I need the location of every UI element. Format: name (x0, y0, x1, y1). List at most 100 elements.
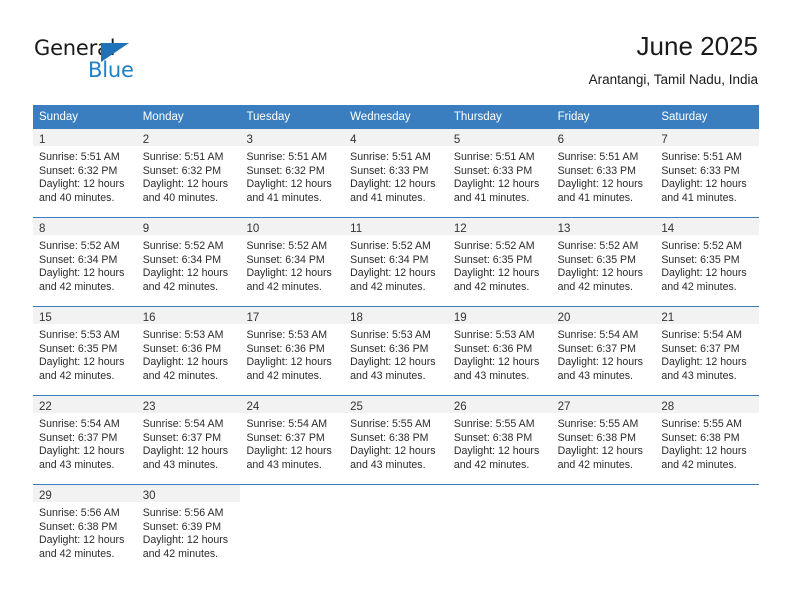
day-number-band (551, 485, 656, 502)
sunrise-text: Sunrise: 5:55 AM (557, 418, 639, 430)
weekday-header-monday: Monday (142, 111, 184, 123)
calendar-day-cell[interactable]: 25 Sunrise: 5:55 AM Sunset: 6:38 PM Dayligh… (344, 396, 448, 484)
day-number: 28 (661, 401, 675, 413)
calendar-day-cell[interactable]: 11 Sunrise: 5:52 AM Sunset: 6:34 PM Dayligh… (344, 218, 448, 306)
calendar-day-cell[interactable]: 12 Sunrise: 5:52 AM Sunset: 6:35 PM Dayligh… (447, 218, 552, 306)
day-number-band: 5 (447, 129, 552, 146)
daylight-text-line2: and 42 minutes. (246, 369, 322, 382)
daylight-text-line2: and 42 minutes. (557, 280, 633, 293)
sunset-text: Sunset: 6:32 PM (246, 164, 325, 177)
day-number: 4 (350, 134, 357, 146)
day-number: 18 (350, 312, 363, 324)
day-number-band: 14 (655, 218, 760, 235)
calendar-day-cell-empty (655, 485, 760, 573)
day-number: 12 (453, 223, 467, 235)
calendar-day-cell[interactable]: 8 Sunrise: 5:52 AM Sunset: 6:34 PM Daylight… (33, 218, 137, 306)
calendar-day-cell[interactable]: 5 Sunrise: 5:51 AM Sunset: 6:33 PM Daylight… (447, 129, 552, 217)
sunrise-text: Sunrise: 5:51 AM (142, 151, 224, 163)
calendar-day-cell[interactable]: 10 Sunrise: 5:52 AM Sunset: 6:34 PM Dayligh… (240, 218, 345, 306)
daylight-text-line2: and 42 minutes. (453, 458, 530, 471)
sunset-text: Sunset: 6:37 PM (557, 342, 636, 355)
calendar-day-cell[interactable]: 23 Sunrise: 5:54 AM Sunset: 6:37 PM Dayligh… (136, 396, 241, 484)
day-number-band: 11 (344, 218, 448, 235)
calendar-day-cell[interactable]: 3 Sunrise: 5:51 AM Sunset: 6:32 PM Daylight… (240, 129, 345, 217)
sunset-text: Sunset: 6:36 PM (142, 342, 222, 355)
sunset-text: Sunset: 6:32 PM (142, 164, 222, 177)
day-number-band: 2 (136, 129, 241, 146)
calendar-day-cell[interactable]: 20 Sunrise: 5:54 AM Sunset: 6:37 PM Dayligh… (551, 307, 656, 395)
calendar-day-cell[interactable]: 21 Sunrise: 5:54 AM Sunset: 6:37 PM Dayligh… (655, 307, 760, 395)
day-number-band: 20 (551, 307, 656, 324)
daylight-text-line2: and 43 minutes. (246, 458, 322, 471)
sunrise-text: Sunrise: 5:51 AM (39, 151, 120, 163)
day-details: Sunrise: 5:52 AM Sunset: 6:34 PM Daylight:… (240, 235, 344, 294)
day-details: Sunrise: 5:54 AM Sunset: 6:37 PM Daylight:… (137, 413, 241, 472)
day-number-band: 18 (344, 307, 448, 324)
day-details: Sunrise: 5:52 AM Sunset: 6:35 PM Daylight:… (448, 235, 552, 294)
day-number: 10 (246, 223, 260, 235)
day-details: Sunrise: 5:54 AM Sunset: 6:37 PM Daylight:… (33, 413, 137, 472)
calendar-day-cell[interactable]: 30 Sunrise: 5:56 AM Sunset: 6:39 PM Dayligh… (136, 485, 241, 573)
calendar-day-cell[interactable]: 6 Sunrise: 5:51 AM Sunset: 6:33 PM Daylight… (551, 129, 656, 217)
daylight-text-line2: and 42 minutes. (142, 369, 219, 382)
calendar-day-cell[interactable]: 24 Sunrise: 5:54 AM Sunset: 6:37 PM Dayligh… (240, 396, 345, 484)
daylight-text-line1: Daylight: 12 hours (39, 356, 125, 369)
daylight-text-line1: Daylight: 12 hours (142, 356, 229, 369)
calendar-day-cell[interactable]: 15 Sunrise: 5:53 AM Sunset: 6:35 PM Dayligh… (33, 307, 137, 395)
calendar-weeks: 1 Sunrise: 5:51 AM Sunset: 6:32 PM Daylight… (33, 129, 760, 573)
calendar-day-cell[interactable]: 14 Sunrise: 5:52 AM Sunset: 6:35 PM Dayligh… (655, 218, 760, 306)
calendar-day-cell[interactable]: 13 Sunrise: 5:52 AM Sunset: 6:35 PM Dayligh… (551, 218, 656, 306)
calendar-day-cell[interactable]: 26 Sunrise: 5:55 AM Sunset: 6:38 PM Dayligh… (447, 396, 552, 484)
calendar-day-cell[interactable]: 19 Sunrise: 5:53 AM Sunset: 6:36 PM Dayligh… (447, 307, 552, 395)
day-number: 13 (557, 223, 571, 235)
day-number: 15 (39, 312, 52, 324)
day-number-band: 3 (240, 129, 345, 146)
calendar-day-cell[interactable]: 9 Sunrise: 5:52 AM Sunset: 6:34 PM Daylight… (136, 218, 241, 306)
daylight-text-line1: Daylight: 12 hours (557, 267, 643, 280)
sunrise-text: Sunrise: 5:52 AM (350, 240, 431, 252)
day-number-band: 1 (33, 129, 137, 146)
day-number-band: 27 (551, 396, 656, 413)
calendar-day-cell[interactable]: 17 Sunrise: 5:53 AM Sunset: 6:36 PM Dayligh… (240, 307, 345, 395)
calendar-day-cell[interactable]: 27 Sunrise: 5:55 AM Sunset: 6:38 PM Dayligh… (551, 396, 656, 484)
calendar-day-cell[interactable]: 18 Sunrise: 5:53 AM Sunset: 6:36 PM Dayligh… (344, 307, 448, 395)
sunrise-text: Sunrise: 5:52 AM (142, 240, 224, 252)
day-details: Sunrise: 5:51 AM Sunset: 6:33 PM Daylight:… (552, 146, 656, 205)
calendar-week-row: 1 Sunrise: 5:51 AM Sunset: 6:32 PM Daylight… (33, 129, 760, 217)
calendar-day-cell[interactable]: 29 Sunrise: 5:56 AM Sunset: 6:38 PM Dayligh… (33, 485, 137, 573)
daylight-text-line1: Daylight: 12 hours (350, 356, 436, 369)
calendar-day-cell[interactable]: 7 Sunrise: 5:51 AM Sunset: 6:33 PM Daylight… (655, 129, 760, 217)
day-details: Sunrise: 5:55 AM Sunset: 6:38 PM Daylight:… (344, 413, 448, 472)
sunrise-text: Sunrise: 5:55 AM (661, 418, 742, 430)
day-number: 20 (557, 312, 571, 324)
daylight-text-line2: and 42 minutes. (39, 280, 115, 293)
daylight-text-line2: and 42 minutes. (350, 280, 426, 293)
sunrise-text: Sunrise: 5:51 AM (661, 151, 742, 163)
general-blue-logo[interactable]: General Blue (34, 36, 244, 90)
sunrise-text: Sunrise: 5:54 AM (246, 418, 328, 430)
day-number-band: 21 (655, 307, 760, 324)
calendar-day-cell[interactable]: 2 Sunrise: 5:51 AM Sunset: 6:32 PM Daylight… (136, 129, 241, 217)
calendar-day-cell[interactable]: 16 Sunrise: 5:53 AM Sunset: 6:36 PM Dayligh… (136, 307, 241, 395)
daylight-text-line1: Daylight: 12 hours (142, 267, 229, 280)
calendar-day-cell[interactable]: 22 Sunrise: 5:54 AM Sunset: 6:37 PM Dayligh… (33, 396, 137, 484)
day-details: Sunrise: 5:51 AM Sunset: 6:33 PM Daylight:… (655, 146, 759, 205)
day-details: Sunrise: 5:55 AM Sunset: 6:38 PM Daylight:… (448, 413, 552, 472)
daylight-text-line1: Daylight: 12 hours (39, 445, 125, 458)
day-details: Sunrise: 5:52 AM Sunset: 6:34 PM Daylight:… (344, 235, 448, 294)
sunset-text: Sunset: 6:33 PM (661, 164, 740, 177)
sunrise-text: Sunrise: 5:53 AM (39, 329, 120, 341)
calendar-day-cell[interactable]: 28 Sunrise: 5:55 AM Sunset: 6:38 PM Dayligh… (655, 396, 760, 484)
daylight-text-line1: Daylight: 12 hours (453, 445, 540, 458)
page-header: General Blue June 2025 Arantangi, Tamil … (0, 0, 792, 100)
day-details: Sunrise: 5:51 AM Sunset: 6:32 PM Daylight:… (240, 146, 344, 205)
daylight-text-line1: Daylight: 12 hours (246, 178, 332, 191)
daylight-text-line2: and 41 minutes. (453, 191, 530, 204)
day-number-band: 23 (136, 396, 241, 413)
calendar-day-cell[interactable]: 1 Sunrise: 5:51 AM Sunset: 6:32 PM Daylight… (33, 129, 137, 217)
day-number: 23 (142, 401, 156, 413)
day-number-band (655, 485, 760, 502)
calendar-day-cell-empty (240, 485, 345, 573)
calendar-day-cell[interactable]: 4 Sunrise: 5:51 AM Sunset: 6:33 PM Daylight… (344, 129, 448, 217)
day-details: Sunrise: 5:56 AM Sunset: 6:39 PM Daylight:… (137, 502, 241, 561)
